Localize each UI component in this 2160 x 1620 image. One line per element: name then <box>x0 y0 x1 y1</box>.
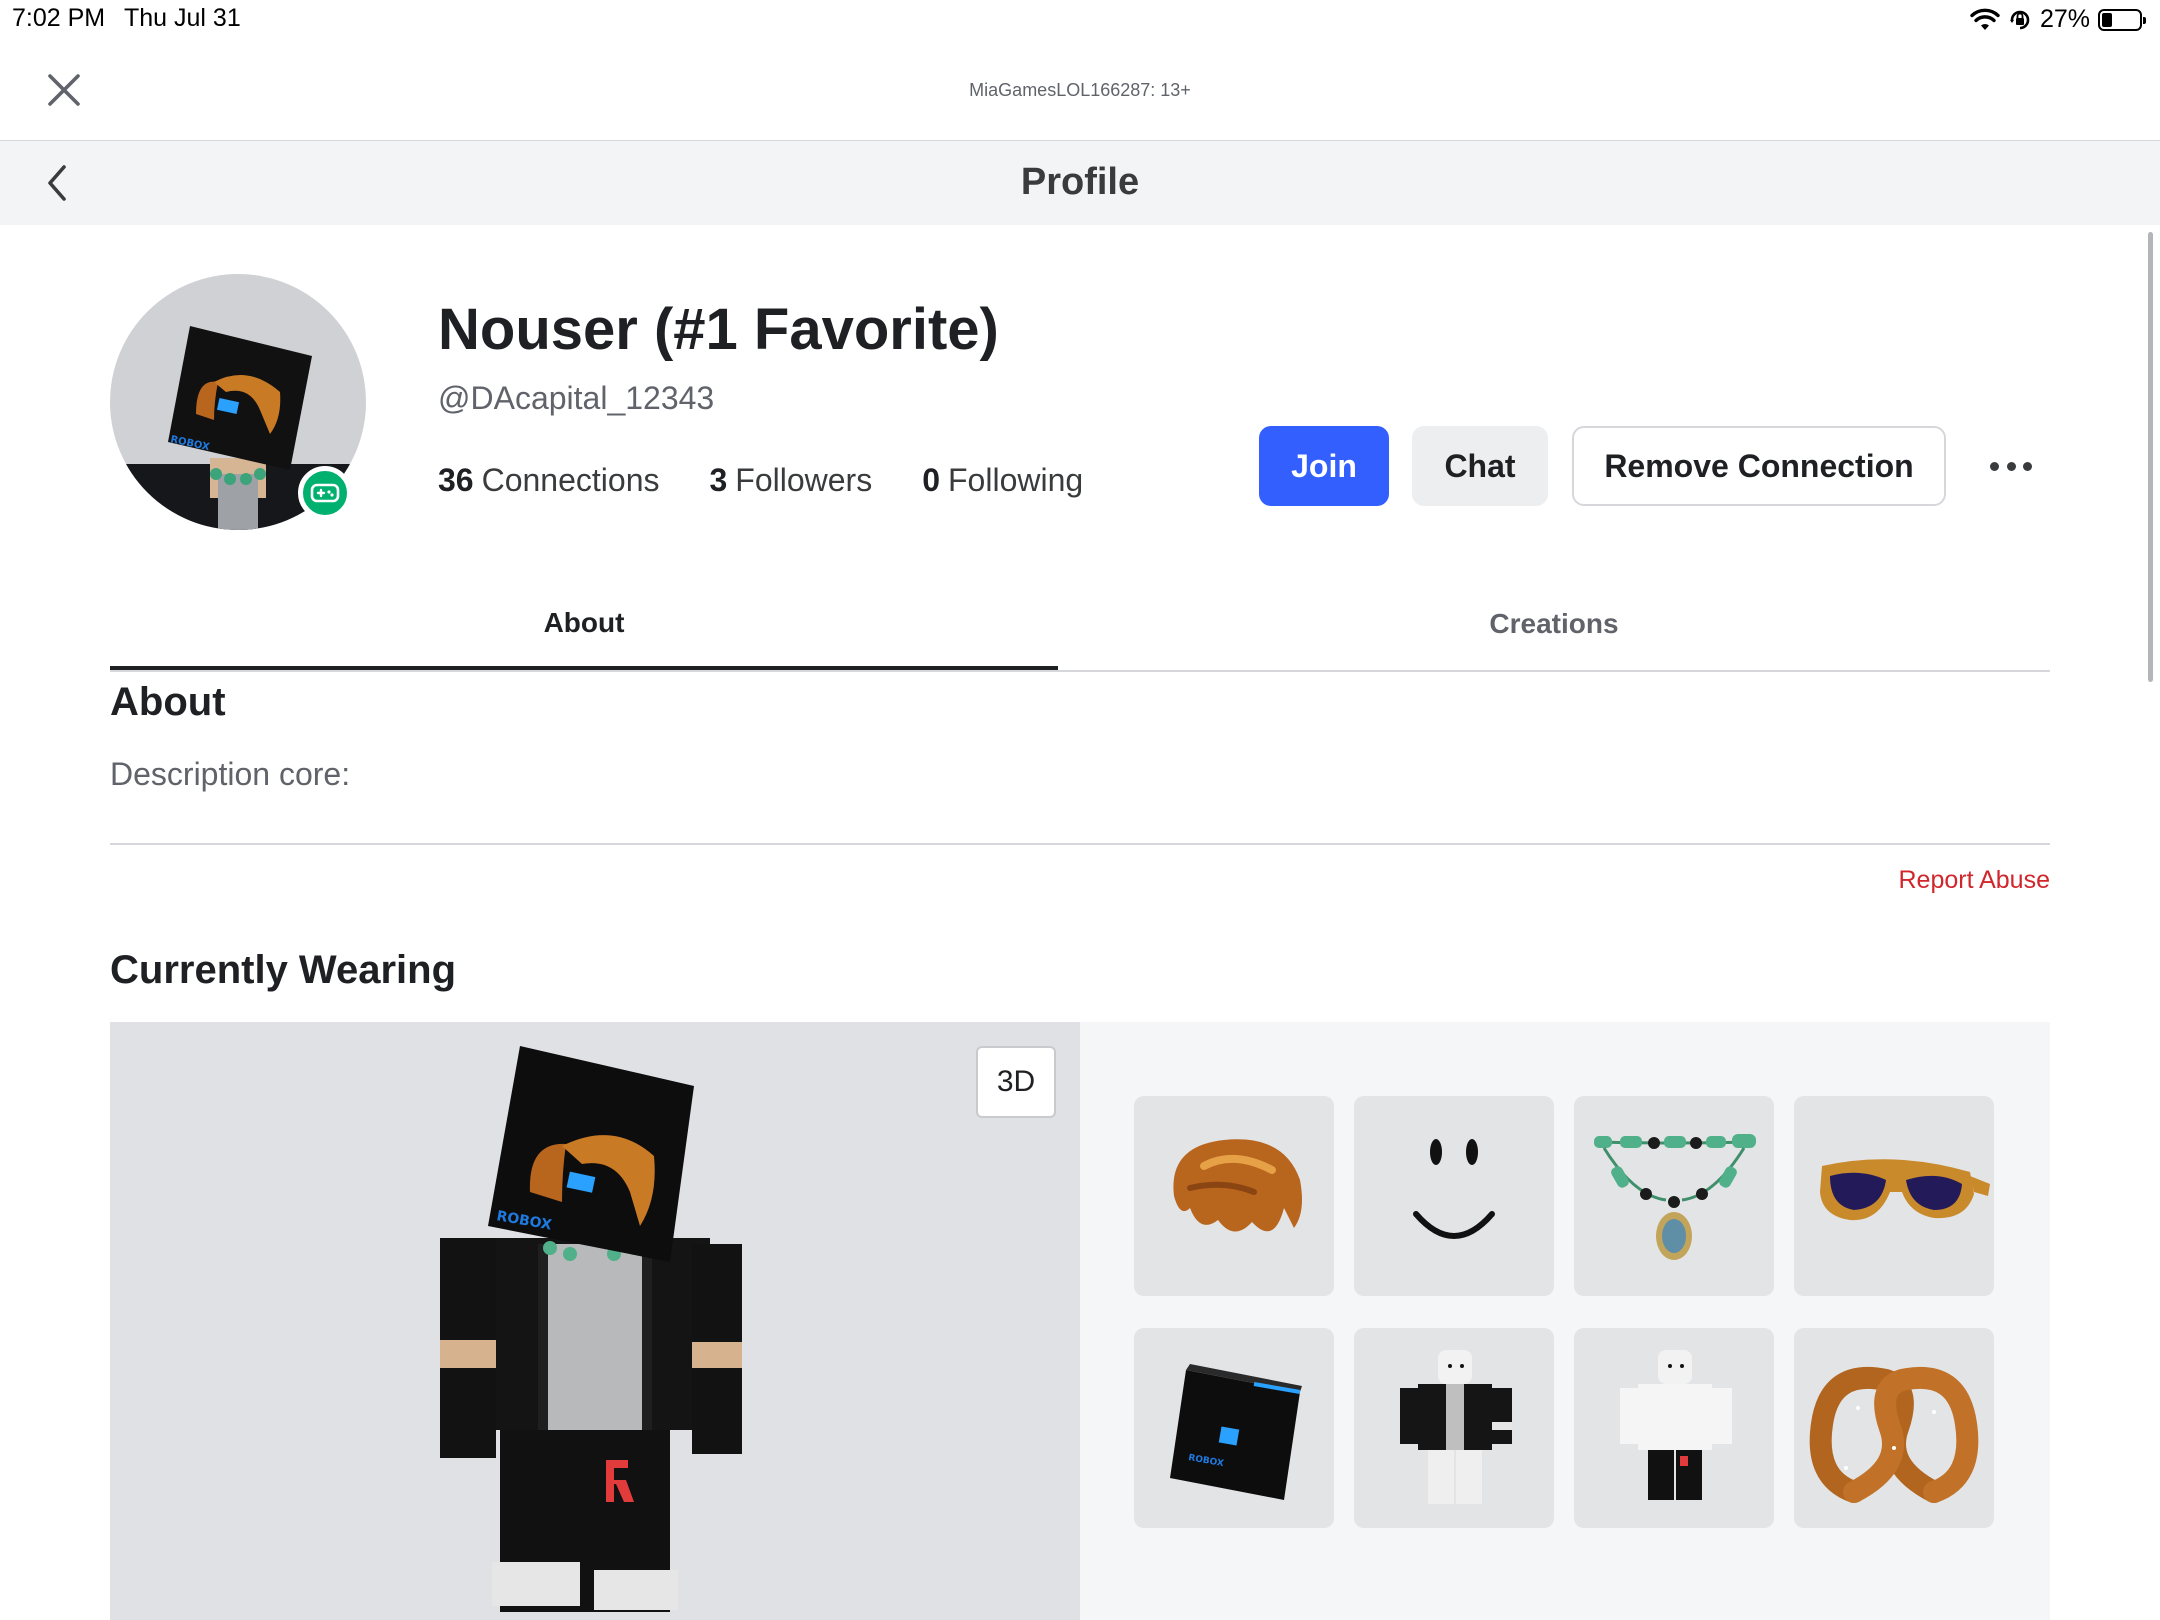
item-necklace[interactable] <box>1574 1096 1774 1296</box>
display-name: Nouser (#1 Favorite) <box>438 297 999 362</box>
followers-stat[interactable]: 3 Followers <box>709 462 872 499</box>
tab-about[interactable]: About <box>110 580 1058 670</box>
wifi-icon <box>1970 8 2000 30</box>
more-options-icon[interactable] <box>1990 448 2032 484</box>
profile-stats: 36 Connections 3 Followers 0 Following <box>438 462 1083 499</box>
account-bar: MiaGamesLOL166287: 13+ <box>0 40 2160 142</box>
in-game-presence-icon <box>298 466 352 520</box>
remove-connection-button[interactable]: Remove Connection <box>1572 426 1946 506</box>
username: @DAcapital_12343 <box>438 380 715 416</box>
view-3d-toggle[interactable]: 3D <box>976 1046 1056 1118</box>
divider <box>110 843 2050 845</box>
currently-wearing-heading: Currently Wearing <box>110 948 456 992</box>
item-face[interactable] <box>1354 1096 1554 1296</box>
item-head[interactable]: ROBOX <box>1134 1328 1334 1528</box>
item-pretzel[interactable] <box>1794 1328 1994 1528</box>
following-label: Following <box>948 462 1084 498</box>
status-indicators: 27% <box>1970 5 2146 34</box>
battery-icon <box>2098 8 2146 31</box>
about-description: Description core: <box>110 756 351 792</box>
orientation-lock-icon <box>2009 10 2030 29</box>
avatar-full-body-image: ROBOX <box>440 1046 742 1612</box>
pants-icon <box>1620 1350 1732 1500</box>
jade-necklace-icon <box>1594 1134 1756 1260</box>
brown-hair-icon <box>1173 1139 1302 1232</box>
account-label: MiaGamesLOL166287: 13+ <box>969 80 1191 100</box>
pretzel-icon <box>1809 1366 1979 1503</box>
scrollbar[interactable] <box>2148 232 2153 682</box>
status-time: 7:02 PM <box>12 4 106 32</box>
about-heading: About <box>110 680 226 724</box>
item-hair[interactable] <box>1134 1096 1334 1296</box>
join-button[interactable]: Join <box>1259 426 1389 506</box>
page-title: Profile <box>1020 161 1140 203</box>
item-pants[interactable] <box>1574 1328 1774 1528</box>
profile-tabs: About Creations <box>110 580 2050 672</box>
item-shirt[interactable] <box>1354 1328 1554 1528</box>
page-header: Profile <box>0 141 2160 225</box>
connections-count: 36 <box>438 462 474 498</box>
chat-button[interactable]: Chat <box>1412 426 1548 506</box>
followers-label: Followers <box>735 462 873 498</box>
jacket-shirt-icon <box>1400 1350 1512 1504</box>
status-bar: 7:02 PM Thu Jul 31 27% <box>0 0 2160 40</box>
smile-face-icon <box>1413 1139 1495 1239</box>
avatar-preview[interactable]: ROBOX <box>110 1022 1080 1620</box>
tab-creations[interactable]: Creations <box>1058 580 2050 668</box>
battery-percent: 27% <box>2039 5 2090 33</box>
following-stat[interactable]: 0 Following <box>922 462 1083 499</box>
following-count: 0 <box>922 462 940 498</box>
report-abuse-link[interactable]: Report Abuse <box>1899 866 2051 895</box>
sunglasses-icon <box>1820 1159 1990 1221</box>
roblox-box-head-icon: ROBOX <box>1170 1364 1302 1500</box>
item-sunglasses[interactable] <box>1794 1096 1994 1296</box>
status-date: Thu Jul 31 <box>124 4 241 32</box>
followers-count: 3 <box>709 462 728 498</box>
connections-label: Connections <box>481 462 660 498</box>
connections-stat[interactable]: 36 Connections <box>438 462 659 499</box>
